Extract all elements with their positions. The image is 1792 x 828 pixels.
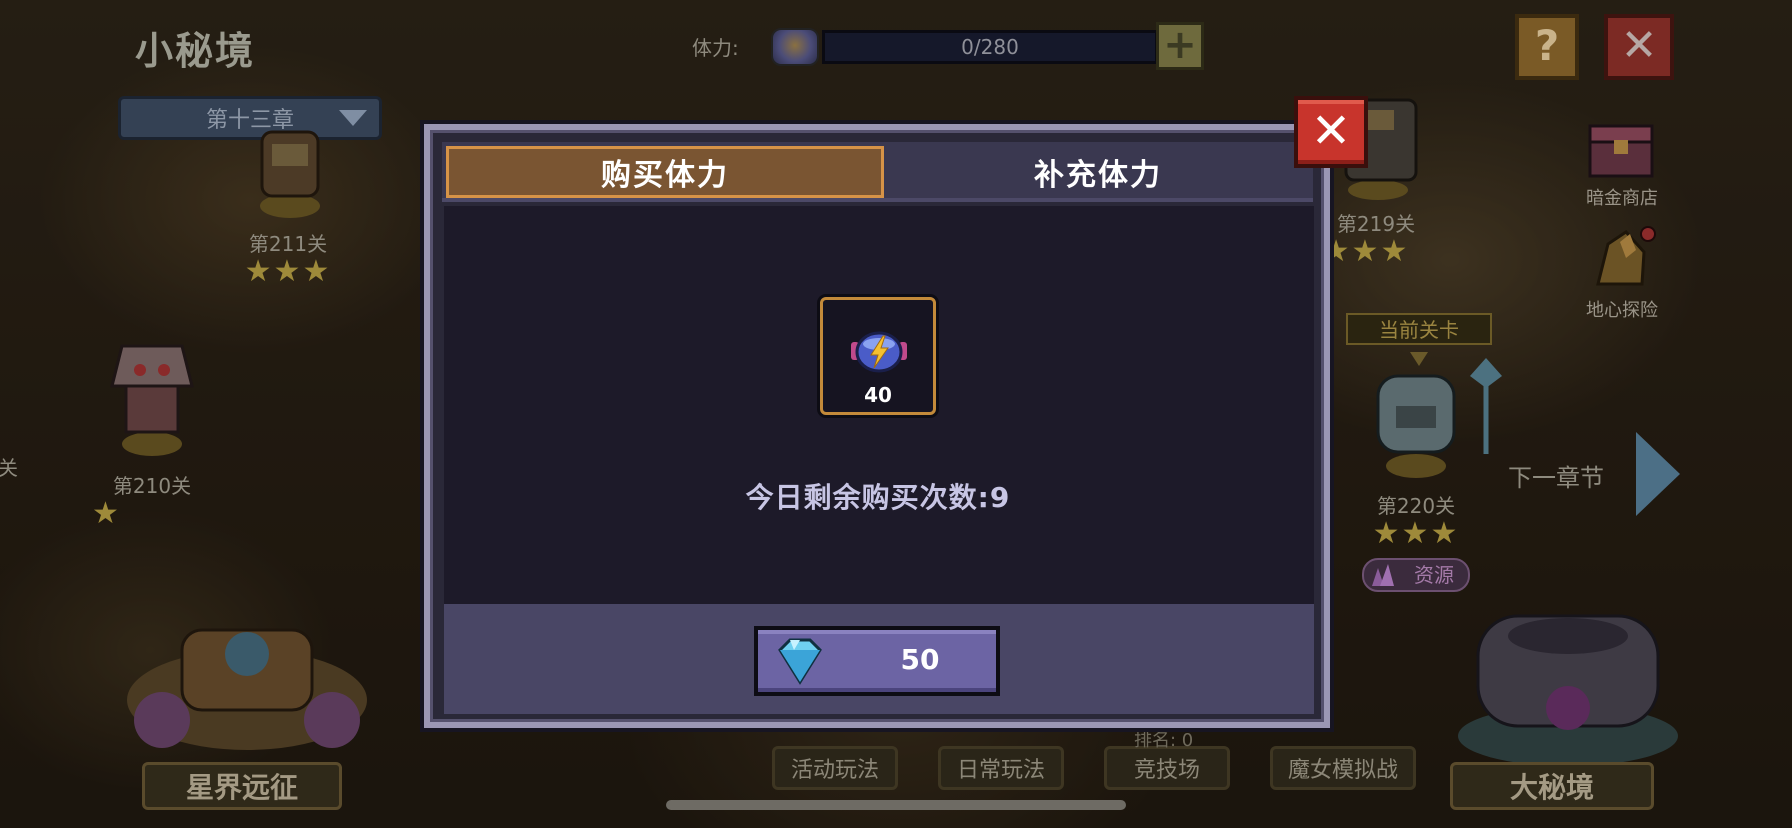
current-stage-tag: 当前关卡 bbox=[1346, 313, 1492, 345]
close-page-button[interactable]: ✕ bbox=[1604, 14, 1674, 80]
daily-play-button[interactable]: 日常玩法 bbox=[938, 746, 1064, 790]
help-button[interactable]: ? bbox=[1515, 14, 1579, 80]
next-chapter-label[interactable]: 下一章节 bbox=[1508, 458, 1604, 493]
witch-sim-battle-button[interactable]: 魔女模拟战 bbox=[1270, 746, 1416, 790]
stamina-label: 体力: bbox=[692, 36, 739, 60]
crystal-icon bbox=[1596, 226, 1656, 286]
resource-tag[interactable]: 资源 bbox=[1362, 558, 1470, 592]
stage-character-icon bbox=[110, 344, 194, 456]
crystal-cluster-icon bbox=[1372, 564, 1394, 586]
rank-text: 排名: 0 bbox=[1134, 730, 1194, 751]
energy-potion-icon bbox=[851, 331, 907, 373]
star-expedition-emblem-icon bbox=[127, 628, 367, 750]
activity-play-button[interactable]: 活动玩法 bbox=[772, 746, 898, 790]
stage-stars: ★ bbox=[92, 496, 121, 531]
diamond-icon bbox=[778, 638, 822, 685]
treasure-chest-icon bbox=[1588, 124, 1654, 178]
page-title: 小秘境 bbox=[135, 29, 256, 73]
resource-tag-label: 资源 bbox=[1414, 563, 1454, 587]
stamina-bar: 0/280 bbox=[822, 30, 1158, 64]
stage-character-icon bbox=[260, 130, 320, 218]
stage-label: 第220关 bbox=[1376, 494, 1456, 518]
side-item-label: 暗金商店 bbox=[1586, 188, 1658, 209]
grand-secret-realm-emblem-icon bbox=[1458, 614, 1678, 766]
stamina-item-count: 40 bbox=[864, 383, 892, 407]
stamina-icon bbox=[771, 28, 819, 66]
stamina-value: 0/280 bbox=[961, 35, 1019, 59]
grand-secret-realm-button[interactable]: 大秘境 bbox=[1450, 762, 1654, 810]
stage-label: 第210关 bbox=[112, 474, 192, 498]
add-stamina-button[interactable]: + bbox=[1156, 22, 1204, 70]
star-expedition-button[interactable]: 星界远征 bbox=[142, 762, 342, 810]
stage-label-partial: 关 bbox=[0, 456, 18, 480]
side-item-label: 地心探险 bbox=[1586, 300, 1658, 321]
tab-refill-stamina[interactable]: 补充体力 bbox=[886, 146, 1310, 198]
stage-stars: ★★★ bbox=[244, 254, 332, 289]
remaining-purchases-text: 今日剩余购买次数:9 bbox=[745, 481, 1011, 514]
stage-label: 第211关 bbox=[248, 232, 328, 256]
home-indicator[interactable] bbox=[666, 800, 1126, 810]
arena-button[interactable]: 竞技场 bbox=[1104, 746, 1230, 790]
stage-character-icon bbox=[1376, 352, 1502, 478]
tab-buy-stamina[interactable]: 购买体力 bbox=[446, 146, 884, 198]
close-dialog-button[interactable]: ✕ bbox=[1294, 96, 1368, 168]
stage-stars: ★★★ bbox=[1372, 516, 1460, 551]
buy-price: 50 bbox=[900, 643, 940, 676]
next-chapter-arrow-icon[interactable] bbox=[1636, 432, 1680, 516]
